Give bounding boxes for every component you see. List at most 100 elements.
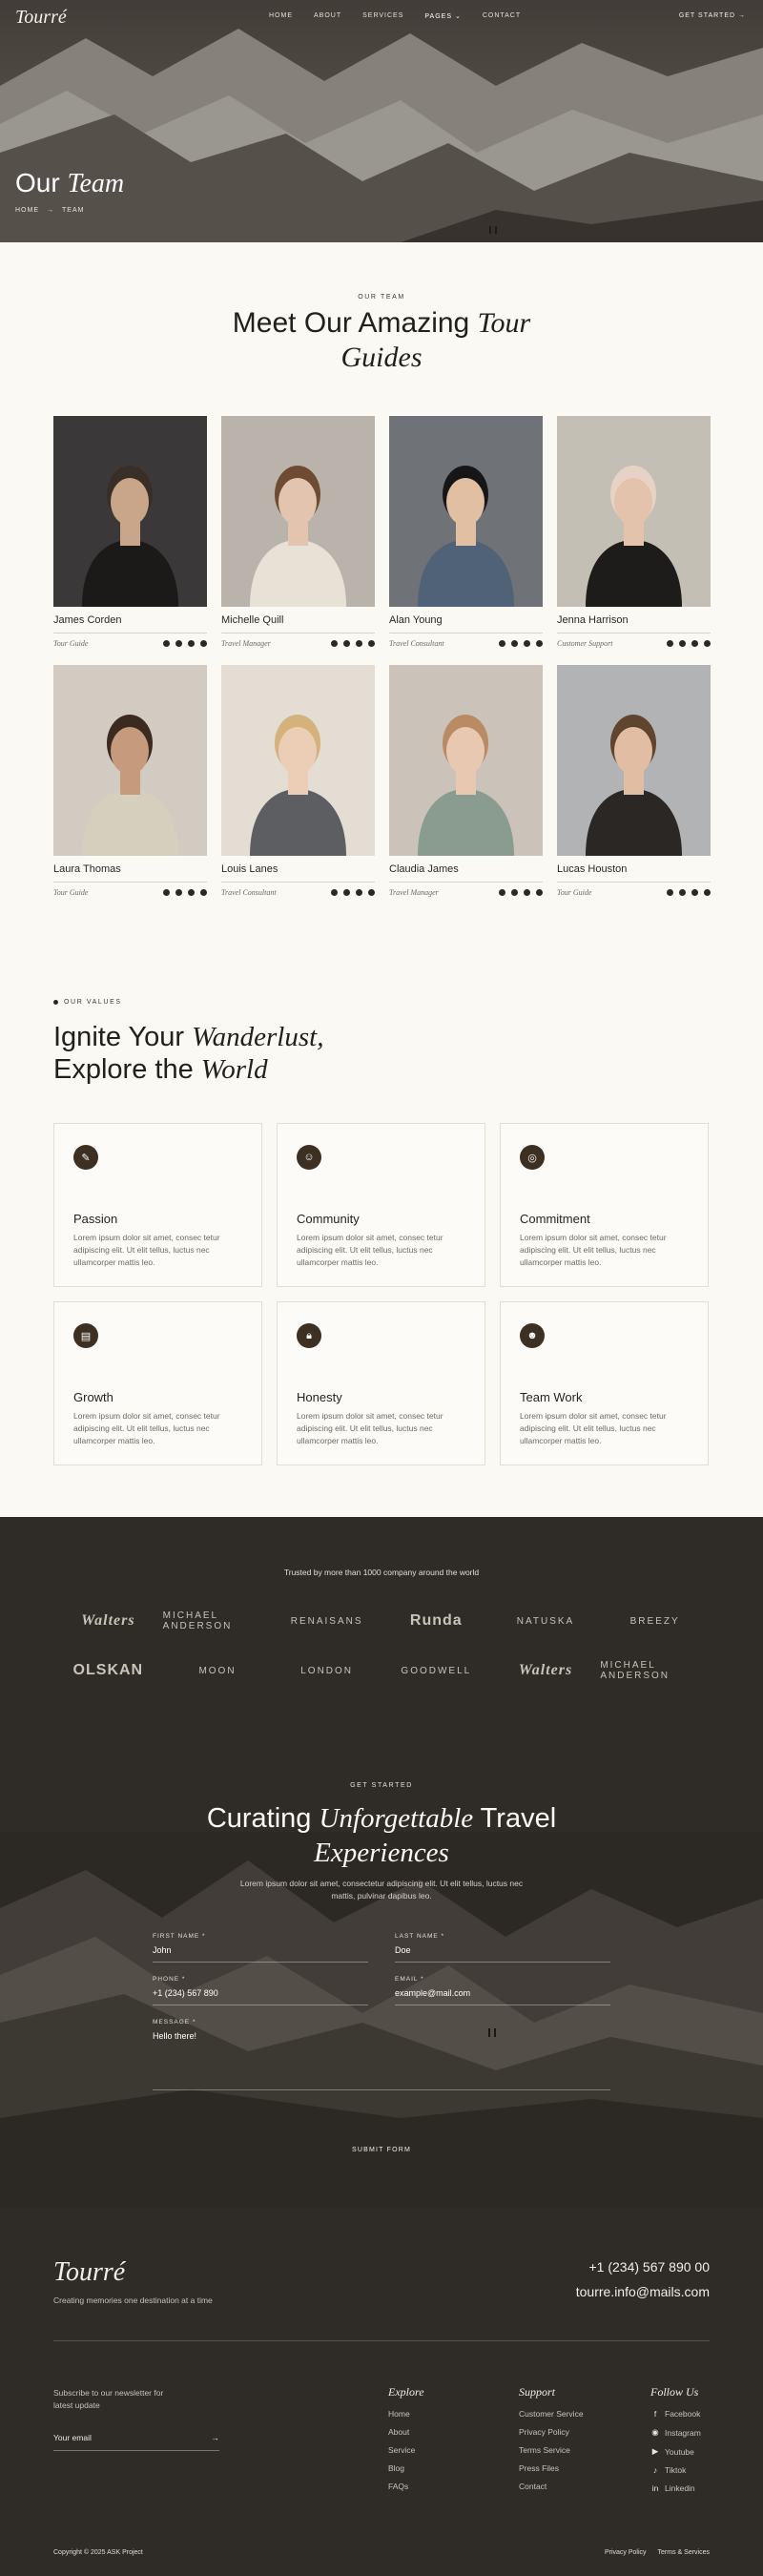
breadcrumb-arrow-icon: → [47,207,54,214]
youtube-icon[interactable] [200,889,207,896]
facebook-icon[interactable] [331,640,338,647]
facebook-icon[interactable] [667,640,673,647]
team-member-card[interactable]: Lucas Houston Tour Guide [557,665,711,897]
footer-social-instagram[interactable]: ◉ Instagram [650,2427,701,2438]
pinterest-icon[interactable] [356,889,362,896]
instagram-icon[interactable] [175,640,182,647]
phone-input[interactable]: +1 (234) 567 890 [153,1988,368,2005]
values-title-line1-plain: Ignite Your [53,1022,185,1052]
breadcrumb-home[interactable]: HOME [15,207,39,214]
email-field[interactable]: EMAIL * example@mail.com [395,1976,610,2005]
footer-link-blog[interactable]: Blog [388,2463,424,2473]
submit-form-button[interactable]: SUBMIT FORM [0,2147,763,2153]
nav-contact[interactable]: CONTACT [483,12,521,20]
instagram-icon[interactable] [511,889,518,896]
email-input[interactable]: example@mail.com [395,1988,610,2005]
value-title: Growth [73,1390,113,1404]
youtube-icon[interactable] [368,889,375,896]
partner-logo: OLSKAN [72,1662,144,1678]
footer-link-terms-service[interactable]: Terms Service [519,2445,584,2455]
footer-link-faqs[interactable]: FAQs [388,2482,424,2491]
instagram-icon[interactable] [343,889,350,896]
youtube-icon[interactable] [368,640,375,647]
footer-link-home[interactable]: Home [388,2409,424,2419]
nav-about[interactable]: ABOUT [314,12,341,20]
footer-link-customer-service[interactable]: Customer Service [519,2409,584,2419]
value-title: Passion [73,1212,118,1226]
nav-pages[interactable]: PAGES ⌄ [424,12,461,20]
facebook-icon[interactable] [667,889,673,896]
pinterest-icon[interactable] [188,889,195,896]
privacy-policy-link[interactable]: Privacy Policy [605,2549,647,2556]
youtube-icon[interactable] [536,889,543,896]
team-grid: James Corden Tour Guide Michelle Quill T [53,416,711,897]
member-footer: Travel Manager [389,888,543,897]
team-member-card[interactable]: Claudia James Travel Manager [389,665,543,897]
instagram-icon[interactable] [679,889,686,896]
youtube-icon[interactable] [536,640,543,647]
footer-social-linkedin[interactable]: in Linkedin [650,2483,701,2493]
contact-form: FIRST NAME * John LAST NAME * Doe PHONE … [153,1933,610,2090]
pinterest-icon[interactable] [524,640,530,647]
youtube-icon[interactable] [704,640,711,647]
footer-link-press-files[interactable]: Press Files [519,2463,584,2473]
nav-home[interactable]: HOME [269,12,293,20]
message-textarea[interactable]: Hello there! [153,2031,610,2090]
team-member-card[interactable]: Laura Thomas Tour Guide [53,665,207,897]
footer-logo[interactable]: Tourré [53,2257,125,2288]
instagram-icon[interactable] [511,640,518,647]
message-field[interactable]: MESSAGE * Hello there! [153,2019,610,2090]
team-member-card[interactable]: James Corden Tour Guide [53,416,207,648]
nav-links: HOME ABOUT SERVICES PAGES ⌄ CONTACT [269,12,521,20]
footer-social-facebook[interactable]: f Facebook [650,2409,701,2419]
team-member-card[interactable]: Louis Lanes Travel Consultant [221,665,375,897]
footer-link-contact[interactable]: Contact [519,2482,584,2491]
first-name-field[interactable]: FIRST NAME * John [153,1933,368,1963]
instagram-icon[interactable] [175,889,182,896]
get-started-description: Lorem ipsum dolor sit amet, consectetur … [239,1879,524,1901]
brand-logo[interactable]: Tourré [15,7,67,29]
footer-phone[interactable]: +1 (234) 567 890 00 [589,2259,711,2275]
user-icon: ☻ [520,1323,545,1348]
arrow-right-icon[interactable]: → [212,2433,220,2442]
terms-link[interactable]: Terms & Services [658,2549,710,2556]
pinterest-icon[interactable] [356,640,362,647]
facebook-icon[interactable] [163,640,170,647]
value-card: ▤ Growth Lorem ipsum dolor sit amet, con… [53,1301,262,1465]
team-eyebrow: OUR TEAM [358,294,405,301]
instagram-icon[interactable] [343,640,350,647]
team-member-card[interactable]: Michelle Quill Travel Manager [221,416,375,648]
trusted-text: Trusted by more than 1000 company around… [283,1568,480,1577]
footer-social-label: Tiktok [665,2465,687,2475]
nav-services[interactable]: SERVICES [362,12,403,20]
first-name-input[interactable]: John [153,1945,368,1963]
pinterest-icon[interactable] [524,889,530,896]
instagram-icon[interactable] [679,640,686,647]
get-started-button[interactable]: GET STARTED → [679,12,746,19]
footer-link-about[interactable]: About [388,2427,424,2437]
youtube-icon[interactable] [200,640,207,647]
footer-social-youtube[interactable]: ▶ Youtube [650,2446,701,2457]
footer-social-tiktok[interactable]: ♪ Tiktok [650,2465,701,2475]
last-name-field[interactable]: LAST NAME * Doe [395,1933,610,1963]
values-title: Ignite Your Wanderlust, Explore the Worl… [53,1021,323,1086]
facebook-icon[interactable] [499,889,505,896]
facebook-icon[interactable] [163,889,170,896]
pinterest-icon[interactable] [691,640,698,647]
team-member-card[interactable]: Jenna Harrison Customer Support [557,416,711,648]
pinterest-icon[interactable] [188,640,195,647]
last-name-input[interactable]: Doe [395,1945,610,1963]
partner-logo: GOODWELL [401,1665,472,1676]
footer-link-privacy-policy[interactable]: Privacy Policy [519,2427,584,2437]
facebook-icon[interactable] [331,889,338,896]
support-heading: Support [519,2385,556,2399]
pinterest-icon[interactable] [691,889,698,896]
phone-field[interactable]: PHONE * +1 (234) 567 890 [153,1976,368,2005]
facebook-icon[interactable] [499,640,505,647]
footer-link-service[interactable]: Service [388,2445,424,2455]
youtube-icon[interactable] [704,889,711,896]
newsletter-email-input[interactable]: Your email → [53,2433,219,2451]
footer-email[interactable]: tourre.info@mails.com [576,2284,710,2299]
partner-logos: Walters MICHAEL ANDERSON RENAISANS Runda NAT… [53,1609,710,1683]
team-member-card[interactable]: Alan Young Travel Consultant [389,416,543,648]
